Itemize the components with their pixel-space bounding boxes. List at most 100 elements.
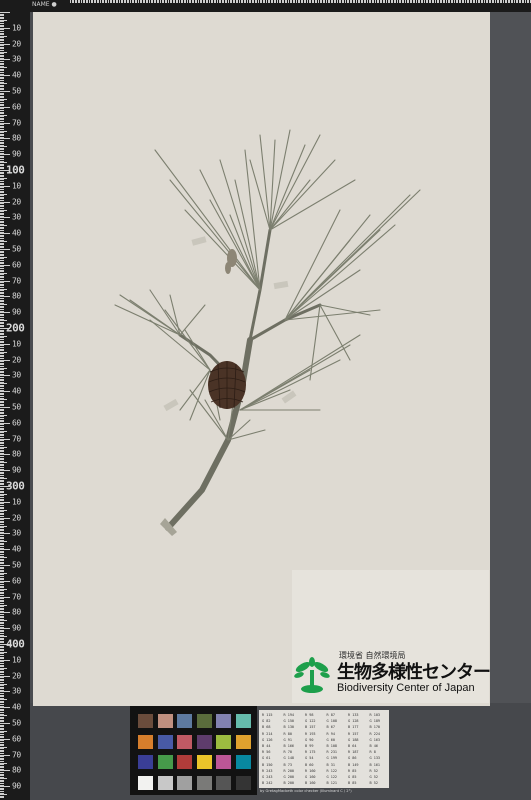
reference-value: R 193 xyxy=(305,731,316,736)
color-swatch xyxy=(196,734,212,749)
color-swatch xyxy=(157,775,173,790)
reference-value: G 85 xyxy=(348,775,357,779)
reference-value: G 91 xyxy=(283,737,292,742)
reference-value: B 73 xyxy=(283,762,292,767)
reference-value: B 200 xyxy=(283,781,295,786)
ruler-tick xyxy=(0,797,4,799)
reference-value: G 108 xyxy=(326,719,338,724)
sprout-logo-icon xyxy=(294,657,330,693)
reference-value: B 150 xyxy=(262,762,273,767)
reference-value: B 242 xyxy=(262,781,273,786)
reference-value: B 130 xyxy=(283,725,295,730)
reference-value: B 170 xyxy=(369,725,381,730)
reference-value: B 64 xyxy=(348,744,357,748)
reference-value: B 46 xyxy=(369,744,378,748)
reference-value: R 224 xyxy=(369,731,381,736)
horizontal-ruler: NAME ● xyxy=(30,0,531,12)
color-swatch xyxy=(196,714,212,728)
reference-value: B 99 xyxy=(305,744,314,748)
ruler-label: 100 xyxy=(6,163,25,177)
reference-value: G 52 xyxy=(369,775,378,779)
vertical-ruler: 10 20 30 40 50 60 70 80 90 100 10 20 30 40 50 60 70 80 90 2… xyxy=(0,0,30,800)
color-swatch xyxy=(157,714,173,728)
reference-value: R 194 xyxy=(283,713,295,717)
reference-value: B 85 xyxy=(348,781,357,786)
reference-value: B 31 xyxy=(326,762,335,767)
reference-value: R 122 xyxy=(326,768,338,773)
reference-value: R 70 xyxy=(283,750,292,755)
reference-value: R 56 xyxy=(262,750,271,755)
reference-value: B 52 xyxy=(369,781,378,786)
ruler-label: 400 xyxy=(6,637,25,651)
color-swatch xyxy=(196,775,212,790)
color-swatch xyxy=(216,775,231,790)
reference-value: R 94 xyxy=(326,731,335,736)
color-swatch xyxy=(216,734,231,749)
reference-value: B 157 xyxy=(305,725,316,730)
reference-value: R 133 xyxy=(348,713,359,717)
color-swatch xyxy=(157,755,173,769)
reference-value: G 199 xyxy=(326,756,338,761)
reference-value: B 60 xyxy=(305,762,314,767)
color-swatch xyxy=(138,775,153,790)
ruler-label: 300 xyxy=(6,479,25,493)
reference-value: B 161 xyxy=(369,762,381,767)
reference-value: G 122 xyxy=(305,719,316,724)
background-panel-right xyxy=(490,12,531,712)
reference-value: G 90 xyxy=(305,737,314,742)
reference-value: B 160 xyxy=(305,781,316,786)
reference-value: R 85 xyxy=(348,768,357,773)
center-name-english: Biodiversity Center of Japan xyxy=(337,682,475,694)
reference-value: G 188 xyxy=(348,737,359,742)
reference-value: R 98 xyxy=(305,713,314,717)
reference-value: R 160 xyxy=(305,768,316,773)
reference-value: G 243 xyxy=(262,775,273,779)
color-swatch xyxy=(196,755,212,769)
reference-value: B 67 xyxy=(326,725,335,730)
reference-value: G 133 xyxy=(369,756,381,761)
reference-value: R 8 xyxy=(369,750,376,755)
reference-value: R 243 xyxy=(262,768,273,773)
reference-value: B 166 xyxy=(283,744,295,748)
reference-value: R 175 xyxy=(305,750,316,755)
reference-value: G 160 xyxy=(305,775,316,779)
color-swatch xyxy=(216,755,231,769)
reference-value: B 108 xyxy=(326,744,338,748)
reference-value: G 122 xyxy=(326,775,338,779)
reference-value: B 121 xyxy=(326,781,338,786)
color-swatch xyxy=(177,714,192,728)
reference-value: R 214 xyxy=(262,731,273,736)
reference-value: G 128 xyxy=(348,719,359,724)
reference-value: B 177 xyxy=(348,725,359,730)
color-reference-table: R 115 R 194 R 98 R 87 R 133 R 103 G 82 G 150 G 1… xyxy=(259,710,389,788)
reference-value: R 157 xyxy=(348,731,359,736)
reference-value: G 82 xyxy=(262,719,271,724)
color-swatch xyxy=(235,755,251,769)
color-swatch xyxy=(216,714,231,728)
reference-value: B 68 xyxy=(262,725,271,730)
reference-value: G 150 xyxy=(283,719,295,724)
color-swatch xyxy=(235,714,251,728)
reference-value: R 200 xyxy=(283,768,295,773)
reference-value: G 126 xyxy=(262,737,273,742)
color-swatch xyxy=(177,775,192,790)
color-checker-chart xyxy=(130,706,257,795)
reference-value: G 148 xyxy=(283,756,295,761)
reference-value: R 52 xyxy=(369,768,378,773)
ruler-label: 200 xyxy=(6,321,25,335)
reference-value: G 60 xyxy=(326,737,335,742)
color-swatch xyxy=(157,734,173,749)
reference-value: G 61 xyxy=(262,756,271,761)
reference-value: R 87 xyxy=(326,713,335,717)
reference-value: G 189 xyxy=(369,719,381,724)
reference-value: B 149 xyxy=(348,762,359,767)
color-swatch xyxy=(177,734,192,749)
color-swatch xyxy=(138,714,153,728)
color-swatch xyxy=(235,734,251,749)
ruler-corner-label: NAME ● xyxy=(32,1,57,8)
reference-value: G 86 xyxy=(348,756,357,761)
pine-branch-specimen xyxy=(114,129,421,536)
reference-value: R 231 xyxy=(326,750,338,755)
reference-value: G 200 xyxy=(283,775,295,779)
center-name-japanese: 生物多様性センター xyxy=(337,662,491,683)
